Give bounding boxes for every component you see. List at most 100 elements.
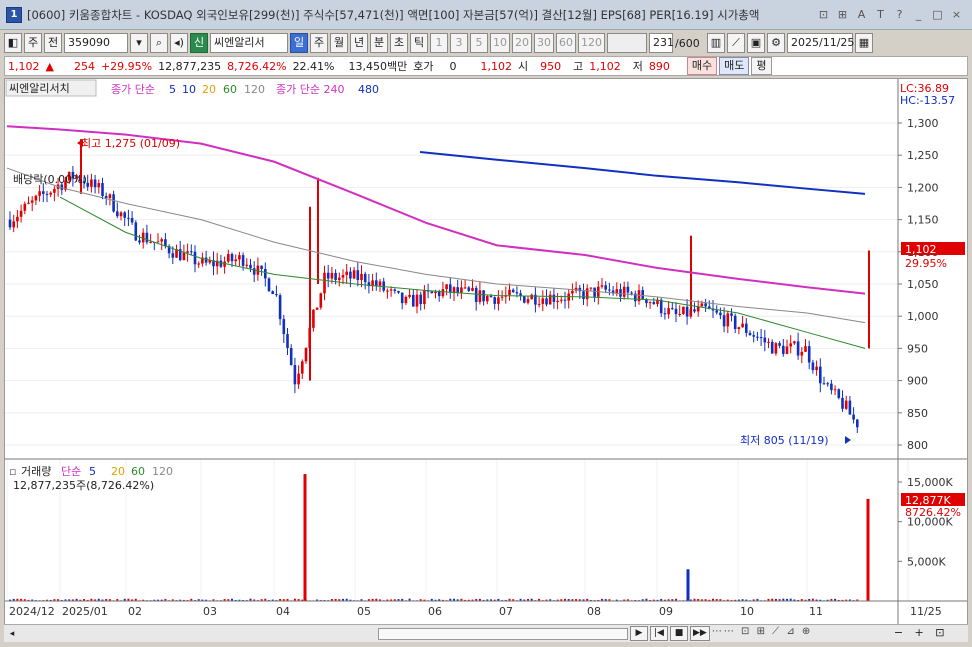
candle-body bbox=[389, 289, 393, 291]
candle-body bbox=[704, 303, 707, 307]
vol-ma60-label[interactable]: 60 bbox=[131, 465, 145, 478]
ma480-label[interactable]: 480 bbox=[358, 83, 379, 96]
y-tick-label: 1,250 bbox=[907, 149, 939, 162]
interval-120-button[interactable]: 120 bbox=[578, 33, 605, 53]
chart-type-icon[interactable]: ▥ bbox=[707, 33, 725, 53]
candle-body bbox=[104, 196, 108, 199]
candle-body bbox=[275, 294, 278, 296]
x-tick-label: 02 bbox=[128, 605, 142, 618]
candle-body bbox=[733, 315, 737, 330]
interval-20-button[interactable]: 20 bbox=[512, 33, 532, 53]
candle-body bbox=[112, 194, 115, 212]
first-icon[interactable]: |◀ bbox=[650, 626, 668, 641]
interval-3-button[interactable]: 3 bbox=[450, 33, 468, 53]
window-title: [0600] 키움종합차트 - KOSDAQ 외국인보유[299(천)] 주식수… bbox=[27, 7, 760, 22]
settings-icon[interactable]: ⚙ bbox=[767, 33, 785, 53]
candle-body bbox=[500, 296, 504, 298]
volume-spike bbox=[303, 474, 307, 601]
vol-ma5-label[interactable]: 5 bbox=[89, 465, 96, 478]
candle-body bbox=[319, 293, 323, 308]
period-year-button[interactable]: 년 bbox=[350, 33, 368, 53]
price-chart[interactable]: 1,3001,2501,2001,1501,1001,0501,00095090… bbox=[5, 79, 967, 625]
layout-icon[interactable]: ◧ bbox=[4, 33, 22, 53]
ma10-label[interactable]: 10 bbox=[182, 83, 196, 96]
candle-body bbox=[763, 337, 767, 343]
interval-select[interactable] bbox=[607, 33, 647, 53]
ma-label[interactable]: 종가 단순 bbox=[111, 83, 155, 96]
candle-body bbox=[482, 290, 485, 302]
sell-button[interactable]: 매도 bbox=[719, 57, 750, 75]
save-icon[interactable]: ▣ bbox=[747, 33, 765, 53]
next-icon[interactable]: ▶▶ bbox=[690, 626, 710, 641]
ma120-label[interactable]: 120 bbox=[244, 83, 265, 96]
interval-1-button[interactable]: 1 bbox=[430, 33, 448, 53]
sound-icon[interactable]: ◂) bbox=[170, 33, 188, 53]
candle-body bbox=[807, 346, 811, 363]
candle-body bbox=[323, 272, 326, 294]
ma5-label[interactable]: 5 bbox=[169, 83, 176, 96]
zoom-controls-icons[interactable]: − + ⊡ bbox=[894, 626, 949, 641]
chart-scrollbar[interactable]: ◂ ▶ |◀ ■ ▶▶ ⋯⋯ ⊡ ⊞ ⟋ ⊿ ⊕ − + ⊡ bbox=[4, 624, 968, 642]
high-price: 1,102 bbox=[589, 59, 621, 73]
code-dropdown-icon[interactable]: ▾ bbox=[130, 33, 148, 53]
grid-icon[interactable]: ⊞ bbox=[835, 7, 850, 22]
vol-ma20-label[interactable]: 20 bbox=[111, 465, 125, 478]
candle-body bbox=[278, 295, 282, 320]
close-icon[interactable]: × bbox=[949, 7, 964, 22]
period-second-button[interactable]: 초 bbox=[390, 33, 408, 53]
minimize-icon[interactable]: _ bbox=[911, 7, 926, 22]
ma240-label[interactable]: 종가 단순 240 bbox=[276, 83, 344, 96]
stock-name-label[interactable]: 씨엔알리서치 bbox=[9, 81, 70, 95]
candle-body bbox=[45, 193, 49, 195]
volume-label[interactable]: 거래량 bbox=[21, 465, 51, 478]
flat-button[interactable]: 평 bbox=[751, 57, 772, 75]
search-icon[interactable]: ⌕ bbox=[150, 33, 168, 53]
restore-layout-icon[interactable]: ⊡ bbox=[816, 7, 831, 22]
chart-area[interactable]: 1,3001,2501,2001,1501,1001,0501,00095090… bbox=[4, 78, 968, 626]
stock-code-input[interactable]: 359090 bbox=[64, 33, 128, 53]
candle-body bbox=[286, 334, 289, 348]
vol-ma120-label[interactable]: 120 bbox=[152, 465, 173, 478]
ma20-label[interactable]: 20 bbox=[202, 83, 216, 96]
candle-body bbox=[42, 191, 45, 194]
buy-button[interactable]: 매수 bbox=[686, 57, 718, 75]
candle-body bbox=[460, 287, 463, 293]
low-price: 890 bbox=[648, 59, 670, 73]
candle-body bbox=[312, 309, 315, 328]
period-week-button[interactable]: 주 bbox=[310, 33, 328, 53]
indicator-icon[interactable]: ⟋ bbox=[727, 33, 745, 53]
interval-60-button[interactable]: 60 bbox=[556, 33, 576, 53]
play-icon[interactable]: ▶ bbox=[630, 626, 648, 641]
help-icon[interactable]: ? bbox=[892, 7, 907, 22]
stop-icon[interactable]: ■ bbox=[670, 626, 688, 641]
ma60-label[interactable]: 60 bbox=[223, 83, 237, 96]
scroll-thumb[interactable] bbox=[378, 627, 628, 640]
period-minute-button[interactable]: 분 bbox=[370, 33, 388, 53]
volume-ma-label[interactable]: 단순 bbox=[61, 465, 81, 478]
count-input[interactable]: 231 bbox=[649, 33, 674, 53]
y-tick-label: 950 bbox=[907, 342, 928, 355]
period-month-button[interactable]: 월 bbox=[330, 33, 348, 53]
calendar-icon[interactable]: ▦ bbox=[855, 33, 873, 53]
interval-5-button[interactable]: 5 bbox=[470, 33, 488, 53]
candle-body bbox=[530, 294, 533, 300]
interval-10-button[interactable]: 10 bbox=[490, 33, 510, 53]
volume-pane-icon[interactable]: ▫ bbox=[9, 465, 16, 478]
period-tick-button[interactable]: 틱 bbox=[410, 33, 428, 53]
candle-body bbox=[334, 272, 337, 280]
title-bar: 1 [0600] 키움종합차트 - KOSDAQ 외국인보유[299(천)] 주… bbox=[0, 0, 972, 30]
interval-30-button[interactable]: 30 bbox=[534, 33, 554, 53]
font-icon[interactable]: A bbox=[854, 7, 869, 22]
scroll-left-icon[interactable]: ◂ bbox=[6, 627, 18, 641]
period-short-select[interactable]: 주 bbox=[24, 33, 42, 53]
text-icon[interactable]: T bbox=[873, 7, 888, 22]
candle-body bbox=[756, 336, 759, 338]
turnover-rate: 22.41% bbox=[292, 59, 335, 73]
period-day-button[interactable]: 일 bbox=[290, 33, 308, 53]
drawing-tools-icons[interactable]: ⋯⋯ ⊡ ⊞ ⟋ ⊿ ⊕ bbox=[712, 626, 892, 641]
maximize-icon[interactable]: □ bbox=[930, 7, 945, 22]
volume-value-label: 12,877,235주(8,726.42%) bbox=[13, 479, 154, 492]
candle-body bbox=[452, 287, 456, 293]
market-button[interactable]: 전 bbox=[44, 33, 62, 53]
date-input[interactable]: 2025/11/25 bbox=[787, 33, 854, 53]
